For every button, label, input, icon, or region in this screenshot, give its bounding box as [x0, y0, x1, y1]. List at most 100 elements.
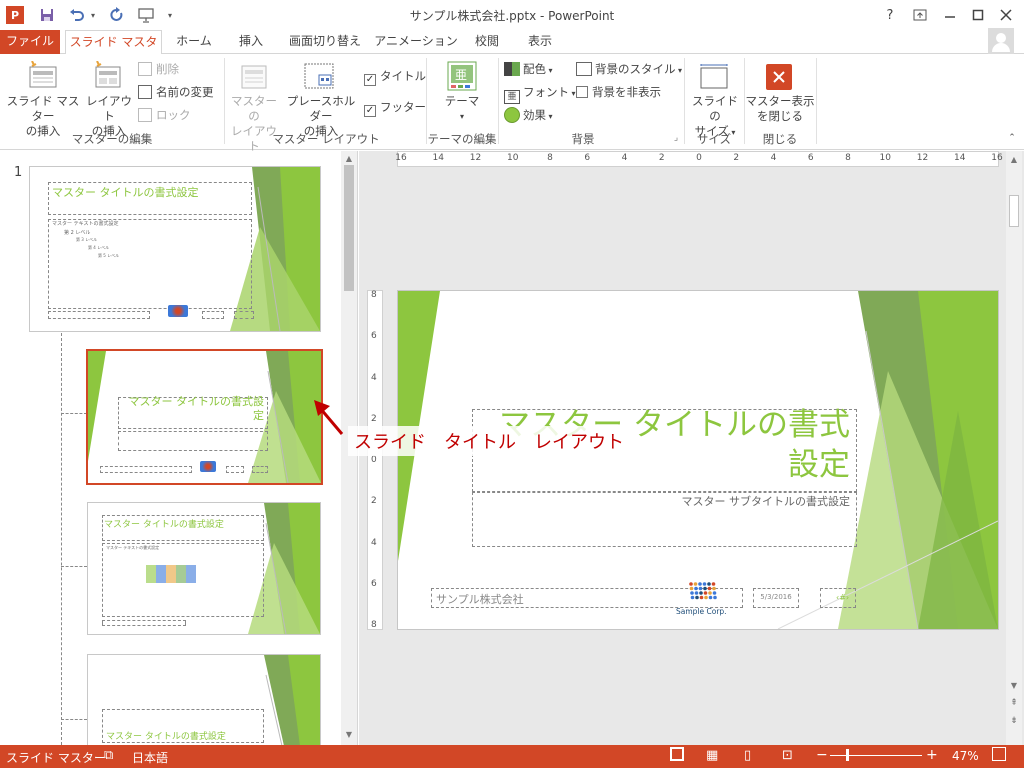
- delete-button[interactable]: 削除: [138, 59, 179, 79]
- slide-number: 1: [14, 165, 23, 180]
- tab-transitions[interactable]: 画面切り替え: [282, 30, 368, 54]
- ruler-tick-label: 6: [584, 153, 591, 163]
- fonts-dropdown[interactable]: 亜フォント ▾: [504, 82, 576, 104]
- slide-number-mark: ‹#›: [836, 593, 850, 602]
- thumbnail-title-layout[interactable]: マスター タイトルの書式設定: [86, 349, 323, 485]
- account-avatar-icon[interactable]: [988, 28, 1014, 54]
- tab-animations[interactable]: アニメーション: [374, 30, 458, 54]
- logo-dot: [711, 582, 716, 586]
- tab-slide-master[interactable]: スライド マスター: [65, 30, 162, 72]
- dialog-launcher-icon[interactable]: ⌟: [670, 132, 682, 144]
- hide-background-checkbox[interactable]: 背景を非表示: [576, 82, 661, 102]
- ribbon-tabs: ファイル スライド マスター ホーム 挿入 画面切り替え アニメーション 校閲 …: [0, 28, 1024, 72]
- close-master-view-icon[interactable]: [766, 64, 792, 90]
- lock-icon: [138, 108, 152, 122]
- slide-sorter-icon[interactable]: ▦: [706, 748, 718, 763]
- title-checkbox[interactable]: ✓ タイトル: [364, 66, 426, 86]
- fit-to-window-icon[interactable]: [992, 747, 1006, 761]
- minimize-icon[interactable]: [938, 5, 962, 25]
- scroll-up-icon[interactable]: ▲: [341, 151, 357, 165]
- thumbnail-scroll-thumb[interactable]: [344, 165, 354, 291]
- previous-slide-icon[interactable]: ⇞: [1006, 695, 1022, 711]
- reading-view-icon[interactable]: ▯: [744, 748, 751, 763]
- group-separator: [224, 58, 225, 144]
- close-master-view-button[interactable]: マスター表示 を閉じる: [744, 94, 816, 124]
- ruler-tick-label: 8: [845, 153, 851, 163]
- editor-scrollbar[interactable]: [1006, 151, 1022, 745]
- thumb-level1: マスター テキストの書式設定: [52, 221, 119, 227]
- footer-checkbox[interactable]: ✓ フッター: [364, 97, 426, 117]
- normal-view-icon[interactable]: [670, 747, 684, 761]
- thumbnail-section-layout[interactable]: マスター タイトルの書式設定: [87, 654, 321, 745]
- logo-dot: [708, 595, 713, 600]
- background-styles-label: 背景のスタイル: [595, 62, 676, 76]
- ribbon-display-icon[interactable]: [908, 5, 932, 25]
- collapse-ribbon-icon[interactable]: ⌃: [1006, 132, 1018, 144]
- insert-slide-master-icon[interactable]: [26, 60, 60, 92]
- thumbnail-slide-master[interactable]: マスター タイトルの書式設定 マスター テキストの書式設定 第 2 レベル 第 …: [29, 166, 321, 332]
- zoom-in-icon[interactable]: +: [926, 747, 938, 763]
- insert-placeholder-icon[interactable]: [302, 60, 336, 92]
- rename-button[interactable]: 名前の変更: [138, 82, 214, 102]
- scroll-up-icon[interactable]: ▲: [1006, 151, 1022, 167]
- logo-dot: [689, 582, 693, 586]
- thumb-level1: マスター テキストの書式設定: [106, 545, 160, 550]
- scroll-down-icon[interactable]: ▼: [341, 727, 357, 741]
- logo-dot: [698, 586, 703, 591]
- zoom-slider[interactable]: [830, 755, 922, 756]
- logo-dot: [694, 591, 699, 595]
- insert-slide-master-label-1: スライド マスター: [6, 94, 80, 123]
- footer-check-icon: ✓: [364, 105, 376, 117]
- maximize-icon[interactable]: [966, 5, 990, 25]
- ruler-tick-label: 0: [371, 455, 377, 465]
- ruler-tick-label: 2: [371, 413, 377, 424]
- callout-label: スライド タイトル レイアウト: [348, 426, 630, 456]
- tab-insert[interactable]: 挿入: [226, 30, 276, 54]
- slide-subtitle-text: マスター サブタイトルの書式設定: [681, 495, 851, 508]
- tab-view[interactable]: 表示: [516, 30, 564, 54]
- background-styles-dropdown[interactable]: 背景のスタイル ▾: [576, 59, 682, 79]
- ruler-tick-label: 4: [371, 372, 377, 383]
- footer-check-label: フッター: [380, 100, 426, 114]
- hide-background-label: 背景を非表示: [592, 85, 661, 99]
- slide-size-label-1: スライドの: [692, 94, 738, 123]
- zoom-out-icon[interactable]: −: [816, 747, 828, 763]
- window-title: サンプル株式会社.pptx - PowerPoint: [409, 9, 615, 23]
- svg-text:亜: 亜: [455, 68, 467, 82]
- close-icon[interactable]: [994, 5, 1018, 25]
- thumb-title-text: マスター タイトルの書式設定: [52, 186, 199, 199]
- thumb-content-icons: [146, 565, 196, 583]
- zoom-slider-thumb[interactable]: [846, 749, 849, 761]
- slide-size-icon[interactable]: [698, 62, 730, 92]
- master-layout-icon[interactable]: [238, 62, 270, 92]
- thumb-level4: 第 4 レベル: [88, 245, 110, 250]
- scroll-down-icon[interactable]: ▼: [1006, 677, 1022, 693]
- insert-layout-icon[interactable]: [92, 60, 124, 92]
- slideshow-icon[interactable]: ⊡: [782, 748, 793, 763]
- proofing-icon[interactable]: ⧉: [104, 748, 113, 763]
- thumb-level3: 第 3 レベル: [76, 237, 98, 242]
- status-language[interactable]: 日本語: [132, 749, 168, 766]
- lock-button[interactable]: ロック: [138, 105, 191, 125]
- title-bar: P ▾ ▾ サンプル株式会社.pptx - PowerPoint ?: [0, 0, 1024, 30]
- theme-button[interactable]: テーマ ▾: [438, 94, 486, 124]
- tab-file[interactable]: ファイル: [0, 30, 60, 54]
- editor-scroll-thumb[interactable]: [1009, 195, 1019, 227]
- effects-dropdown[interactable]: 効果 ▾: [504, 105, 553, 125]
- theme-icon[interactable]: 亜: [446, 60, 478, 92]
- group-label-master-layout: マスター レイアウト: [272, 132, 380, 146]
- tab-review[interactable]: 校閲: [464, 30, 510, 54]
- tab-home[interactable]: ホーム: [166, 30, 222, 54]
- help-button[interactable]: ?: [880, 6, 900, 24]
- zoom-level[interactable]: 47%: [952, 749, 979, 763]
- thumb-level2: 第 2 レベル: [64, 230, 91, 236]
- slide-canvas[interactable]: マスター タイトルの書式設定 マスター サブタイトルの書式設定 サンプル株式会社…: [397, 290, 999, 630]
- thumb-title-text: マスター タイトルの書式設定: [106, 732, 226, 742]
- thumbnail-content-layout[interactable]: マスター タイトルの書式設定 マスター テキストの書式設定: [87, 502, 321, 635]
- next-slide-icon[interactable]: ⇟: [1006, 713, 1022, 729]
- sample-corp-logo-text: Sample Corp.: [676, 607, 727, 616]
- ruler-tick-label: 12: [469, 153, 482, 163]
- colors-dropdown[interactable]: 配色 ▾: [504, 59, 553, 79]
- logo-dot: [707, 586, 712, 591]
- group-separator: [816, 58, 817, 144]
